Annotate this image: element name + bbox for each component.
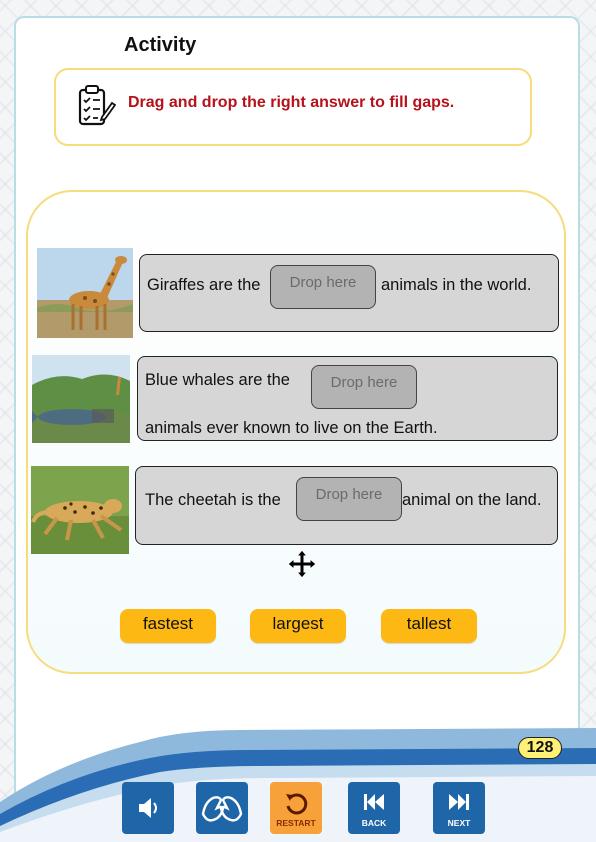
blue-whale-photo: [32, 355, 130, 443]
giraffe-photo: [37, 248, 133, 338]
activity-title: Activity: [124, 34, 197, 56]
restart-icon: [286, 793, 308, 815]
restart-button[interactable]: RESTART: [270, 782, 322, 834]
instruction-box: Drag and drop the right answer to fill g…: [54, 68, 532, 146]
question-2-drop-zone[interactable]: Drop here: [311, 365, 417, 409]
page-number-badge: 128: [518, 737, 562, 759]
sound-button[interactable]: [122, 782, 174, 834]
back-label: BACK: [361, 818, 387, 828]
question-3-drop-zone[interactable]: Drop here: [296, 477, 402, 521]
question-3-after-text: animal on the land.: [402, 491, 542, 509]
question-2-box: Blue whales are the Drop here animals ev…: [137, 356, 558, 441]
instruction-text: Drag and drop the right answer to fill g…: [128, 94, 455, 111]
move-cursor-icon: [286, 548, 318, 580]
next-button[interactable]: NEXT: [433, 782, 485, 834]
skip-next-icon: [449, 794, 469, 810]
question-3-box: The cheetah is the Drop here animal on t…: [135, 466, 558, 545]
question-1-drop-zone[interactable]: Drop here: [270, 265, 376, 309]
answer-fastest-button[interactable]: fastest: [120, 609, 216, 643]
answer-tallest-button[interactable]: tallest: [381, 609, 477, 643]
cheetah-photo: [31, 466, 129, 554]
question-3-before-text: The cheetah is the: [145, 491, 281, 509]
back-button[interactable]: BACK: [348, 782, 400, 834]
restart-label: RESTART: [276, 818, 316, 828]
sign-language-icon: [201, 796, 243, 822]
answer-largest-button[interactable]: largest: [250, 609, 346, 643]
clipboard-checklist-icon: [76, 84, 117, 128]
question-1-box: Giraffes are the Drop here animals in th…: [139, 254, 559, 332]
question-2-before-text: Blue whales are the: [145, 371, 290, 389]
skip-back-icon: [364, 794, 384, 810]
question-2-after-text: animals ever known to live on the Earth.: [145, 419, 438, 437]
speaker-icon: [139, 798, 157, 818]
next-label: NEXT: [447, 818, 471, 828]
question-1-before-text: Giraffes are the: [147, 276, 261, 294]
sign-language-button[interactable]: [196, 782, 248, 834]
question-1-after-text: animals in the world.: [381, 276, 532, 294]
